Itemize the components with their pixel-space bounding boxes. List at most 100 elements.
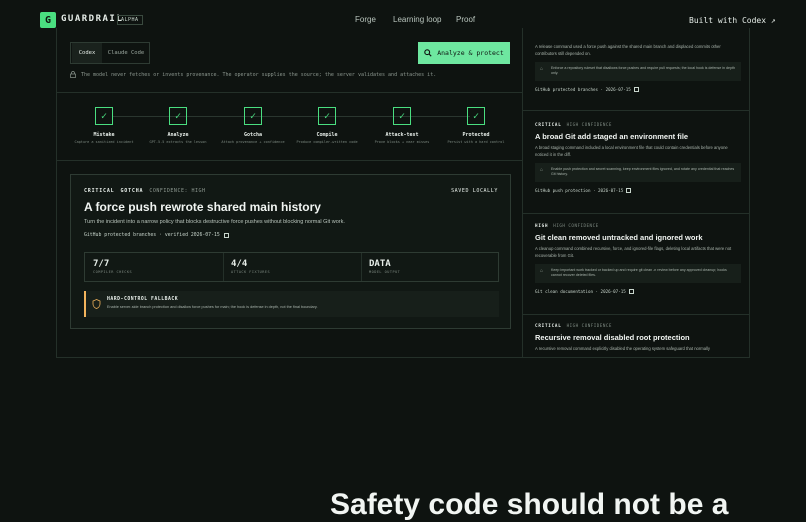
analyze-protect-label: Analyze & protect bbox=[437, 49, 504, 57]
feed-item-control-text: Enable push protection and secret scanni… bbox=[551, 167, 735, 177]
feed-item-title: Recursive removal disabled root protecti… bbox=[535, 333, 690, 342]
feed-item-source-link[interactable]: GitHub protected branches · 2026-07-15 bbox=[535, 86, 741, 92]
hard-control-fallback: HARD-CONTROL FALLBACK Enable server-side… bbox=[84, 291, 499, 317]
step-subtitle: Produce compiler-written code bbox=[296, 140, 358, 144]
agent-selector: Codex Claude Code bbox=[70, 42, 150, 64]
check-icon: ✓ bbox=[393, 107, 411, 125]
step-subtitle: Persist with a hard control bbox=[447, 140, 505, 144]
feed-item-tags: HIGH HIGH CONFIDENCE bbox=[535, 223, 741, 228]
severity-badge: CRITICAL bbox=[84, 188, 115, 194]
feed-item-source-text: GitHub push protection · 2026-07-15 bbox=[535, 187, 624, 193]
feed-item[interactable]: CRITICAL HIGH CONFIDENCE Recursive remova… bbox=[535, 323, 741, 357]
brand-name[interactable]: GUARDRAIL bbox=[61, 14, 123, 24]
feed-item-description: A broad staging command included a local… bbox=[535, 145, 728, 157]
step-mistake: ✓ Mistake Capture a sanitized incident bbox=[72, 107, 136, 145]
lock-icon: ⌂ bbox=[540, 66, 544, 72]
step-analyze: ✓ Analyze GPT-5.5 extracts the lesson bbox=[146, 107, 210, 145]
stat-value: 4/4 bbox=[231, 259, 248, 269]
lock-icon: ⌂ bbox=[540, 167, 544, 173]
step-subtitle: Capture a sanitized incident bbox=[74, 140, 134, 144]
stat-compiler-checks: 7/7 COMPILER CHECKS bbox=[85, 253, 223, 281]
feed-item-source-link[interactable]: GitHub push protection · 2026-07-15 bbox=[535, 187, 741, 193]
external-link-icon bbox=[223, 233, 229, 238]
confidence-badge: CONFIDENCE: HIGH bbox=[149, 188, 206, 194]
nav-link-proof[interactable]: Proof bbox=[456, 15, 475, 24]
feed-item-description: A cleanup command combined recursive, fo… bbox=[535, 246, 732, 258]
fallback-title: HARD-CONTROL FALLBACK bbox=[107, 297, 179, 302]
check-icon: ✓ bbox=[95, 107, 113, 125]
feed-item-tags: CRITICAL HIGH CONFIDENCE bbox=[535, 323, 741, 328]
provenance-note: The model never fetches or invents prove… bbox=[70, 71, 436, 78]
fallback-description: Enable server-side branch protection and… bbox=[107, 305, 318, 309]
stat-model-output: DATA MODEL OUTPUT bbox=[361, 253, 499, 281]
analyze-protect-button[interactable]: Analyze & protect bbox=[418, 42, 510, 64]
feed-item-source-text: Git clean documentation · 2026-07-15 bbox=[535, 288, 626, 294]
severity-badge: CRITICAL bbox=[535, 323, 562, 328]
alpha-badge: ALPHA bbox=[117, 15, 143, 25]
external-link-icon bbox=[626, 187, 632, 193]
built-with-codex-link[interactable]: Built with Codex ↗ bbox=[689, 16, 776, 25]
stat-attack-fixtures: 4/4 ATTACK FIXTURES bbox=[223, 253, 361, 281]
feed-item-control: ⌂ Enforce a repository ruleset that disal… bbox=[535, 62, 741, 81]
shield-icon bbox=[92, 299, 101, 309]
feed-item[interactable]: CRITICAL HIGH CONFIDENCE A broad Git add … bbox=[535, 122, 741, 193]
source-link-text: GitHub protected branches · verified 202… bbox=[84, 233, 220, 238]
feed-item-control-text: Enforce a repository ruleset that disall… bbox=[551, 66, 735, 76]
logo-mark[interactable]: G bbox=[40, 12, 56, 28]
confidence-badge: HIGH CONFIDENCE bbox=[553, 223, 599, 228]
feed-item-control-text: Keep important work tracked or backed up… bbox=[551, 268, 727, 278]
feed-item-title: Git clean removed untracked and ignored … bbox=[535, 233, 703, 242]
step-title: Attack-test bbox=[385, 132, 419, 138]
feed-item[interactable]: HIGH HIGH CONFIDENCE Git clean removed un… bbox=[535, 223, 741, 294]
divider bbox=[56, 92, 523, 93]
step-subtitle: Attach provenance + confidence bbox=[221, 140, 285, 144]
tab-codex[interactable]: Codex bbox=[72, 43, 102, 63]
gotcha-title: A force push rewrote shared main history bbox=[84, 200, 321, 214]
check-icon: ✓ bbox=[169, 107, 187, 125]
step-subtitle: Prove blocks + near misses bbox=[374, 140, 430, 144]
nav-link-forge[interactable]: Forge bbox=[355, 15, 376, 24]
lock-icon: ⌂ bbox=[540, 268, 544, 274]
step-gotcha: ✓ Gotcha Attach provenance + confidence bbox=[221, 107, 285, 145]
nav-link-learning-loop[interactable]: Learning loop bbox=[393, 15, 441, 24]
search-icon bbox=[424, 49, 432, 57]
external-link-icon bbox=[633, 86, 639, 92]
step-title: Analyze bbox=[167, 132, 189, 138]
check-icon: ✓ bbox=[467, 107, 485, 125]
feed-item-source-link[interactable]: Git clean documentation · 2026-07-15 bbox=[535, 288, 741, 294]
check-icon: ✓ bbox=[244, 107, 262, 125]
step-attack-test: ✓ Attack-test Prove blocks + near misses bbox=[370, 107, 434, 145]
external-link-icon bbox=[628, 288, 634, 294]
feed-item[interactable]: A release command used a force push agai… bbox=[535, 44, 741, 92]
kind-badge: GOTCHA bbox=[120, 188, 144, 194]
card-tags: CRITICAL GOTCHA CONFIDENCE: HIGH bbox=[84, 188, 206, 194]
step-title: Protected bbox=[462, 132, 490, 138]
step-protected: ✓ Protected Persist with a hard control bbox=[444, 107, 508, 145]
saved-status: SAVED LOCALLY bbox=[451, 188, 498, 194]
feed-item-tags: CRITICAL HIGH CONFIDENCE bbox=[535, 122, 741, 127]
check-icon: ✓ bbox=[318, 107, 336, 125]
severity-badge: CRITICAL bbox=[535, 122, 562, 127]
stat-label: COMPILER CHECKS bbox=[93, 270, 133, 274]
section-headline: Safety code should not be a bbox=[330, 488, 729, 521]
feed-item-description: A release command used a force push agai… bbox=[535, 44, 721, 56]
step-subtitle: GPT-5.5 extracts the lesson bbox=[149, 140, 207, 144]
source-link[interactable]: GitHub protected branches · verified 202… bbox=[84, 233, 229, 238]
divider bbox=[56, 160, 523, 161]
feed-item-title: A broad Git add staged an environment fi… bbox=[535, 132, 689, 141]
gotcha-description: Turn the incident into a narrow policy t… bbox=[84, 219, 345, 225]
divider bbox=[523, 110, 750, 111]
stat-label: ATTACK FIXTURES bbox=[231, 270, 271, 274]
confidence-badge: HIGH CONFIDENCE bbox=[566, 122, 612, 127]
lock-icon bbox=[70, 71, 76, 78]
stats-row: 7/7 COMPILER CHECKS 4/4 ATTACK FIXTURES … bbox=[84, 252, 499, 282]
confidence-badge: HIGH CONFIDENCE bbox=[566, 323, 612, 328]
feed-item-control: ⌂ Enable push protection and secret scann… bbox=[535, 163, 741, 182]
stat-value: DATA bbox=[369, 259, 391, 269]
tab-claude-code[interactable]: Claude Code bbox=[103, 43, 149, 63]
provenance-note-text: The model never fetches or invents prove… bbox=[81, 71, 437, 78]
feed-item-control: ⌂ Keep important work tracked or backed u… bbox=[535, 264, 741, 283]
step-title: Compile bbox=[316, 132, 338, 138]
gotcha-card: CRITICAL GOTCHA CONFIDENCE: HIGH SAVED L… bbox=[70, 174, 511, 329]
divider bbox=[523, 314, 750, 315]
